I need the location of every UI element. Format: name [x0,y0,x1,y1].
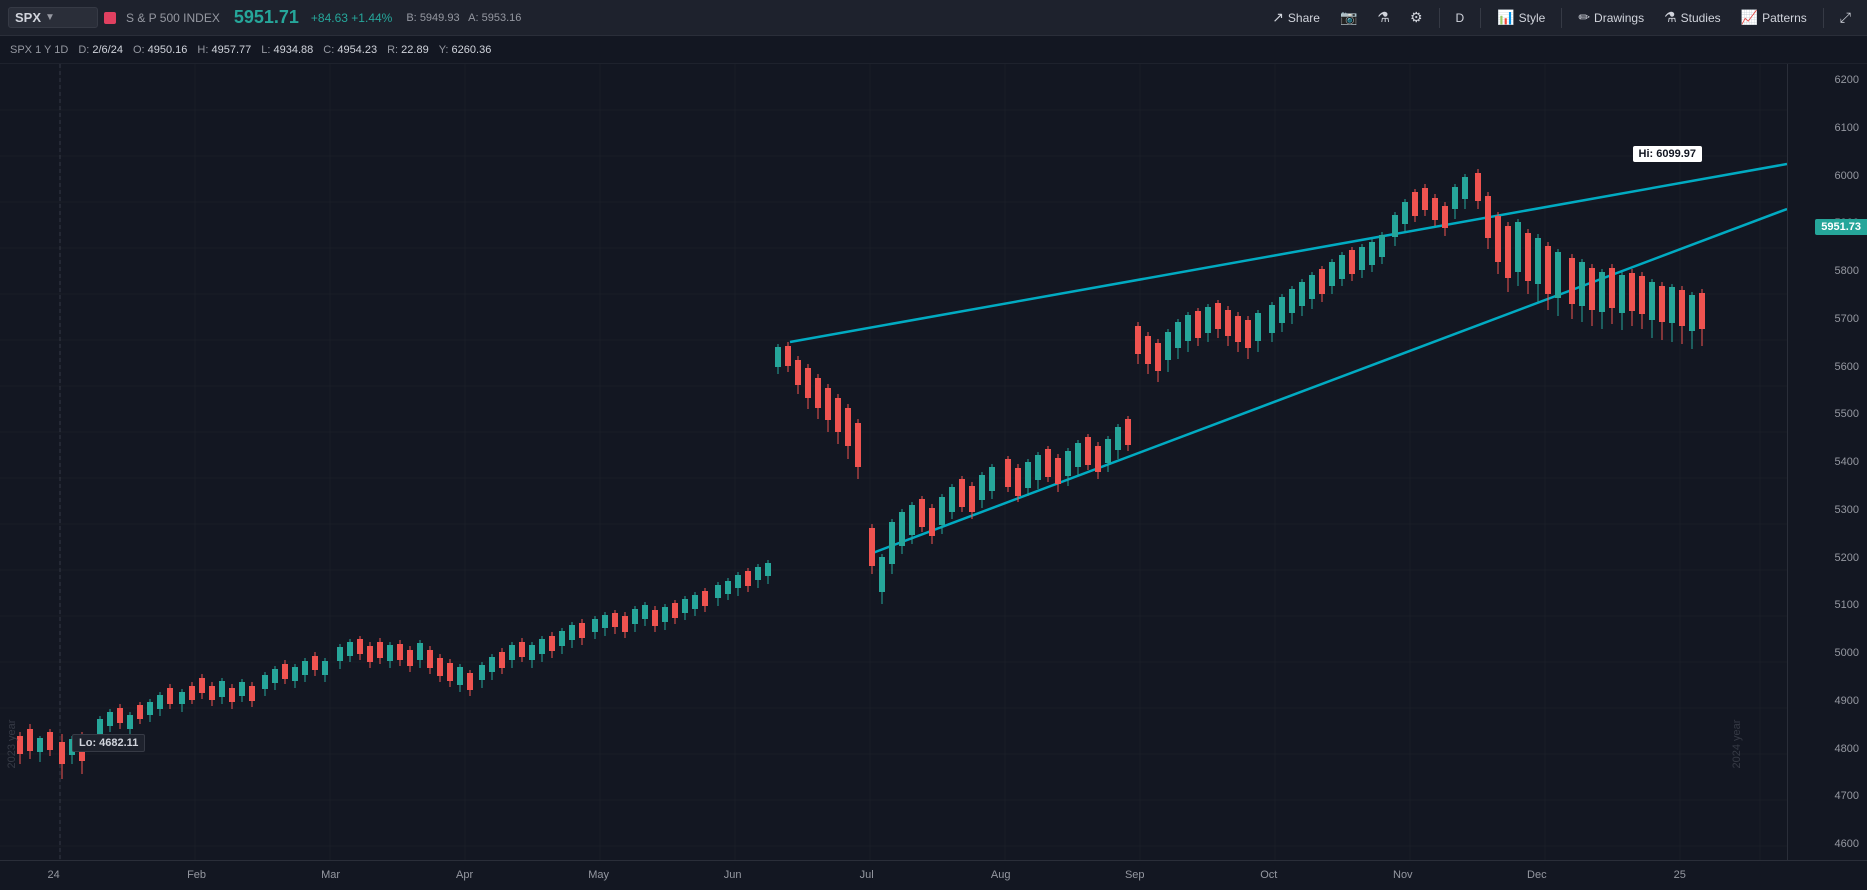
share-button[interactable]: ↗ Share [1264,5,1328,30]
price-tick-5000: 5000 [1788,647,1867,659]
time-label-mar: Mar [321,869,340,881]
lo-label: Lo: 4682.11 [72,734,145,752]
current-price-badge: 5951.73 [1815,219,1867,235]
time-label-apr: Apr [456,869,473,881]
ohlc-low: L: 4934.88 [261,44,313,56]
time-label-sep: Sep [1125,869,1145,881]
time-label-25: 25 [1674,869,1686,881]
separator-3 [1561,8,1562,28]
price-tick-6000: 6000 [1788,170,1867,182]
price-tick-6200: 6200 [1788,74,1867,86]
ohlc-bar: SPX 1 Y 1D D: 2/6/24 O: 4950.16 H: 4957.… [0,36,1867,64]
gear-icon: ⚙ [1410,9,1423,26]
price-tick-6100: 6100 [1788,122,1867,134]
dropdown-arrow: ▼ [45,12,55,23]
svg-text:2023 year: 2023 year [6,719,18,768]
chart-area: 2023 year 2024 year Hi: 6099.97 Lo: 4682… [0,64,1867,860]
toolbar-right: ↗ Share 📷 ⚗ ⚙ D 📊 Style ✏ Drawings ⚗ Stu… [1264,5,1859,30]
screenshot-button[interactable]: 📷 [1332,5,1365,30]
separator-1 [1439,8,1440,28]
flask-icon: ⚗ [1377,9,1390,26]
time-label-nov: Nov [1393,869,1413,881]
time-label-jun: Jun [724,869,742,881]
timeframe-display: SPX 1 Y 1D [10,44,68,56]
price-tick-4800: 4800 [1788,743,1867,755]
flask-button[interactable]: ⚗ [1369,5,1398,30]
time-label-jul: Jul [860,869,874,881]
svg-text:2024 year: 2024 year [1731,719,1743,768]
time-label-feb: Feb [187,869,206,881]
fullscreen-button[interactable]: ⤢ [1832,5,1859,30]
price-tick-4900: 4900 [1788,695,1867,707]
expand-icon: ⤢ [1840,9,1851,26]
main-price: 5951.71 [234,7,299,28]
chart-style-icon: 📊 [1497,9,1514,26]
price-tick-5800: 5800 [1788,265,1867,277]
time-label-oct: Oct [1260,869,1277,881]
style-button[interactable]: 📊 Style [1489,5,1553,30]
time-label-aug: Aug [991,869,1011,881]
studies-button[interactable]: ⚗ Studies [1656,5,1729,30]
time-label-may: May [588,869,609,881]
pen-icon: ✏ [1578,9,1590,26]
time-label-dec: Dec [1527,869,1547,881]
bid-ask-display: B: 5949.93 A: 5953.16 [406,12,521,24]
time-labels: 24 Feb Mar Apr May Jun Jul Aug Sep Oct Nov Dec 25 [0,861,1787,890]
share-icon: ↗ [1272,9,1284,26]
timeframe-button[interactable]: D [1448,7,1473,29]
patterns-button[interactable]: 📈 Patterns [1733,5,1815,30]
ohlc-high: H: 4957.77 [197,44,251,56]
price-tick-5300: 5300 [1788,504,1867,516]
ohlc-r: R: 22.89 [387,44,429,56]
price-tick-5200: 5200 [1788,552,1867,564]
time-label-24: 24 [47,869,59,881]
chart-main[interactable]: 2023 year 2024 year Hi: 6099.97 Lo: 4682… [0,64,1787,860]
ohlc-y: Y: 6260.36 [439,44,492,56]
drawings-button[interactable]: ✏ Drawings [1570,5,1652,30]
price-tick-5500: 5500 [1788,408,1867,420]
price-axis: 6200 6100 6000 5900 5800 5700 5600 5500 … [1787,64,1867,860]
price-tick-5700: 5700 [1788,313,1867,325]
separator-4 [1823,8,1824,28]
ohlc-date: D: 2/6/24 [78,44,123,56]
instrument-name: S & P 500 INDEX [126,11,220,25]
chart-svg: 2023 year 2024 year [0,64,1787,860]
separator-2 [1480,8,1481,28]
ohlc-close: C: 4954.23 [323,44,377,56]
hi-label: Hi: 6099.97 [1633,146,1702,162]
top-bar: SPX ▼ S & P 500 INDEX 5951.71 +84.63 +1.… [0,0,1867,36]
price-tick-4700: 4700 [1788,790,1867,802]
price-tick-5400: 5400 [1788,456,1867,468]
price-change: +84.63 +1.44% [311,11,392,25]
time-axis: 24 Feb Mar Apr May Jun Jul Aug Sep Oct Nov Dec 25 [0,860,1867,890]
ohlc-open: O: 4950.16 [133,44,187,56]
symbol-text: SPX [15,10,41,25]
price-tick-5100: 5100 [1788,599,1867,611]
camera-icon: 📷 [1340,9,1357,26]
studies-icon: ⚗ [1664,9,1677,26]
indicator-dot [104,12,116,24]
symbol-selector[interactable]: SPX ▼ [8,7,98,28]
price-tick-4600: 4600 [1788,838,1867,850]
patterns-icon: 📈 [1741,9,1758,26]
price-tick-5600: 5600 [1788,361,1867,373]
settings-button[interactable]: ⚙ [1402,5,1431,30]
